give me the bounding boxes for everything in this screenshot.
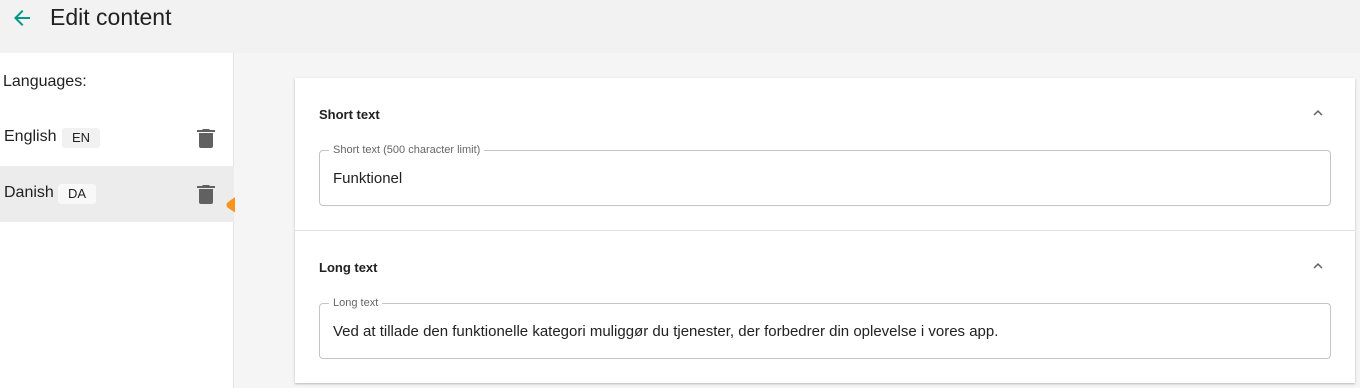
field-value: Ved at tillade den funktionelle kategori… [333,323,999,340]
section-title: Long text [319,260,378,275]
section-title: Short text [319,107,380,122]
main-content: Short text Short text (500 character lim… [235,53,1360,388]
top-bar: Edit content [0,0,1360,53]
trash-icon[interactable] [197,128,215,148]
page-title: Edit content [50,4,172,30]
long-text-section: Long text Long text Ved at tillade den f… [295,231,1355,383]
language-code-chip: DA [58,184,97,204]
language-sidebar: Languages: English EN Danish DA [0,53,234,388]
short-text-field[interactable]: Short text (500 character limit) Funktio… [319,143,1331,206]
language-item-danish[interactable]: Danish DA [0,166,234,222]
field-value: Funktionel [333,170,403,187]
arrow-back-icon[interactable] [10,6,34,30]
language-name: English [4,128,57,145]
language-name: Danish [4,184,54,201]
field-label: Short text (500 character limit) [329,143,485,157]
long-text-field[interactable]: Long text Ved at tillade den funktionell… [319,296,1331,359]
language-item-english[interactable]: English EN [0,110,234,166]
short-text-section: Short text Short text (500 character lim… [295,78,1355,230]
chevron-up-icon[interactable] [1309,257,1327,275]
language-code-chip: EN [62,128,101,148]
field-label: Long text [329,296,383,310]
content-card: Short text Short text (500 character lim… [295,78,1355,383]
languages-heading: Languages: [3,73,87,90]
chevron-up-icon[interactable] [1309,104,1327,122]
trash-icon[interactable] [197,184,215,204]
